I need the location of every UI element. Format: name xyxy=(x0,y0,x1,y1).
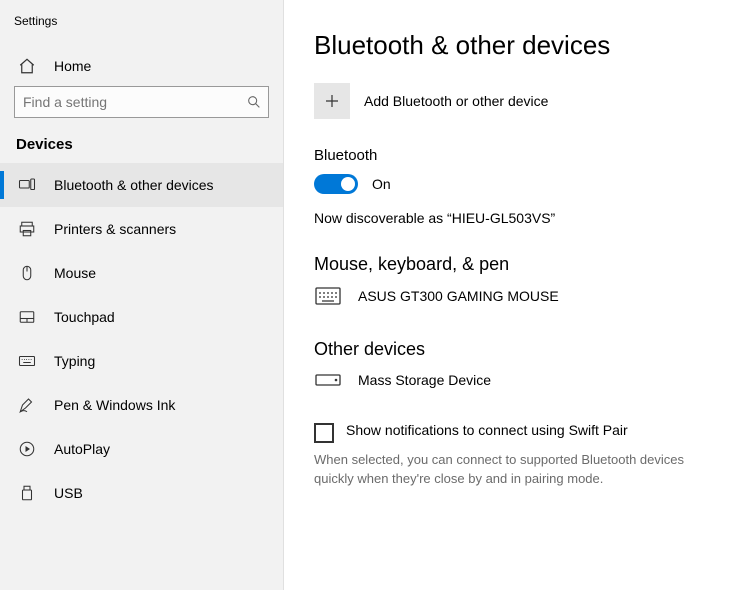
pen-icon xyxy=(18,396,36,414)
storage-icon xyxy=(314,372,342,388)
sidebar-item-mouse[interactable]: Mouse xyxy=(0,251,283,295)
sidebar-section-header: Devices xyxy=(0,136,283,163)
add-device-button[interactable] xyxy=(314,83,350,119)
touchpad-icon xyxy=(18,308,36,326)
main-content: Bluetooth & other devices Add Bluetooth … xyxy=(284,0,750,590)
add-device-row[interactable]: Add Bluetooth or other device xyxy=(314,83,720,119)
device-row[interactable]: Mass Storage Device xyxy=(314,372,720,388)
app-title: Settings xyxy=(0,10,283,46)
printer-icon xyxy=(18,220,36,238)
bluetooth-state-label: On xyxy=(372,176,391,192)
sidebar-item-label: Touchpad xyxy=(54,309,115,325)
swift-pair-label: Show notifications to connect using Swif… xyxy=(346,422,628,438)
sidebar-item-label: Printers & scanners xyxy=(54,221,176,237)
device-name: Mass Storage Device xyxy=(358,372,491,388)
search-input-wrap[interactable] xyxy=(14,86,269,118)
swift-pair-help: When selected, you can connect to suppor… xyxy=(314,451,694,489)
sidebar-item-label: Typing xyxy=(54,353,95,369)
usb-icon xyxy=(18,484,36,502)
bluetooth-heading: Bluetooth xyxy=(314,147,720,164)
search-input[interactable] xyxy=(15,94,240,110)
sidebar-home-label: Home xyxy=(54,58,91,74)
add-device-label: Add Bluetooth or other device xyxy=(364,93,548,109)
sidebar-item-autoplay[interactable]: AutoPlay xyxy=(0,427,283,471)
device-row[interactable]: ASUS GT300 GAMING MOUSE xyxy=(314,287,720,305)
sidebar-item-touchpad[interactable]: Touchpad xyxy=(0,295,283,339)
sidebar-item-bluetooth[interactable]: Bluetooth & other devices xyxy=(0,163,283,207)
mouse-icon xyxy=(18,264,36,282)
autoplay-icon xyxy=(18,440,36,458)
search-icon xyxy=(240,94,268,110)
group-other-title: Other devices xyxy=(314,339,720,360)
swift-pair-checkbox[interactable] xyxy=(314,423,334,443)
sidebar-item-usb[interactable]: USB xyxy=(0,471,283,515)
home-icon xyxy=(18,57,36,75)
sidebar: Settings Home Devices Bluetooth & other … xyxy=(0,0,284,590)
device-name: ASUS GT300 GAMING MOUSE xyxy=(358,288,559,304)
keyboard-icon xyxy=(314,287,342,305)
sidebar-item-printers[interactable]: Printers & scanners xyxy=(0,207,283,251)
devices-icon xyxy=(18,176,36,194)
sidebar-item-label: AutoPlay xyxy=(54,441,110,457)
page-title: Bluetooth & other devices xyxy=(314,30,720,61)
bluetooth-discoverable-text: Now discoverable as “HIEU-GL503VS” xyxy=(314,210,720,226)
sidebar-item-typing[interactable]: Typing xyxy=(0,339,283,383)
sidebar-item-label: Pen & Windows Ink xyxy=(54,397,175,413)
sidebar-item-pen[interactable]: Pen & Windows Ink xyxy=(0,383,283,427)
sidebar-item-label: Mouse xyxy=(54,265,96,281)
keyboard-icon xyxy=(18,352,36,370)
plus-icon xyxy=(323,92,341,110)
sidebar-item-label: USB xyxy=(54,485,83,501)
group-mouse-kb-title: Mouse, keyboard, & pen xyxy=(314,254,720,275)
bluetooth-toggle[interactable] xyxy=(314,174,358,194)
sidebar-home[interactable]: Home xyxy=(0,46,283,86)
sidebar-item-label: Bluetooth & other devices xyxy=(54,177,214,193)
